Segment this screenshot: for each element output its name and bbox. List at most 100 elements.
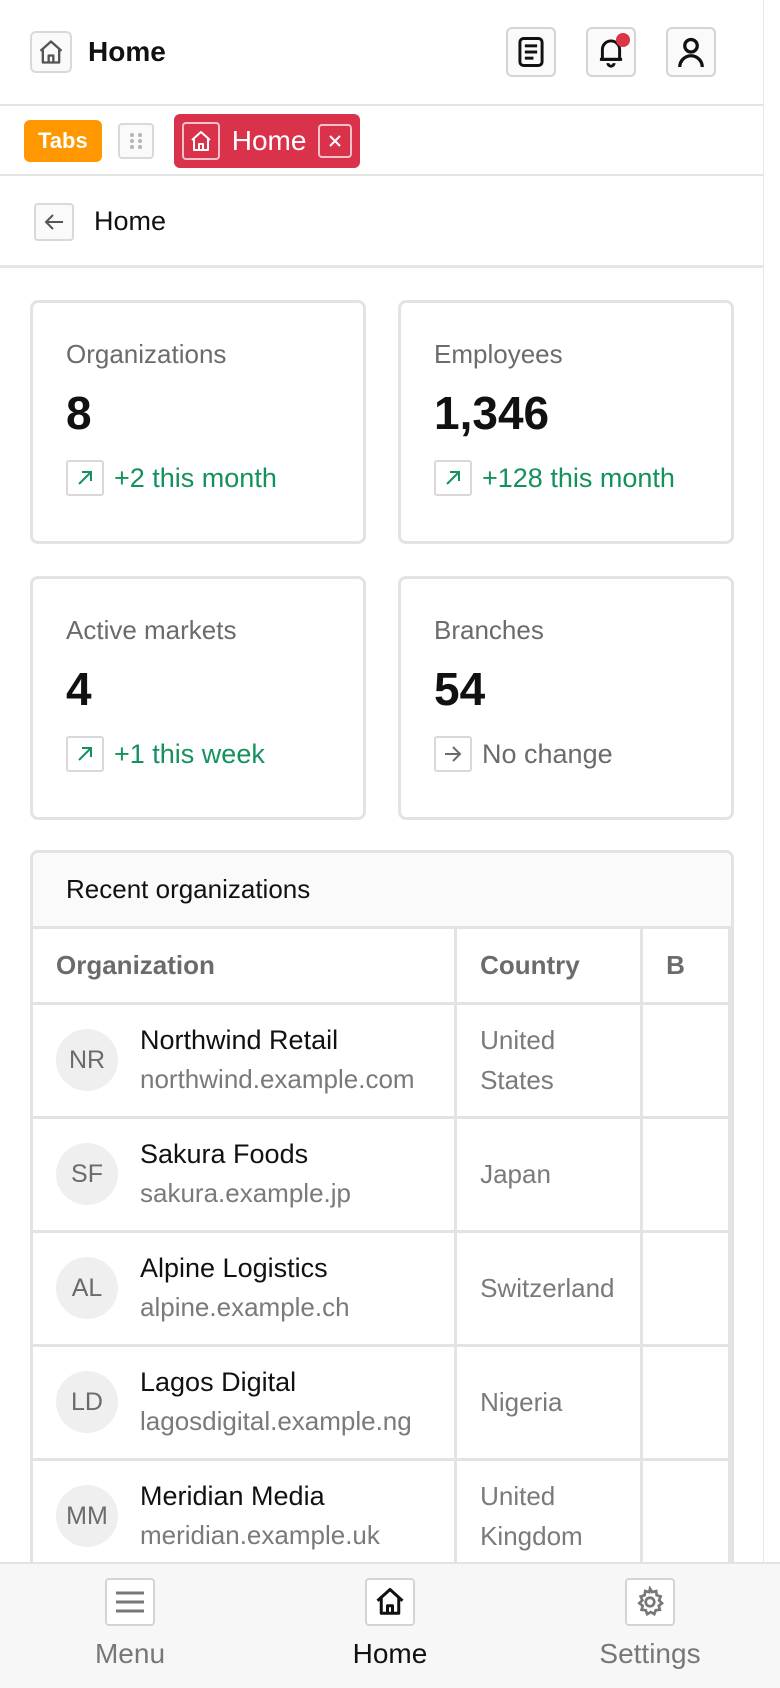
- stat-card-employees[interactable]: Employees 1,346 +128 this month: [398, 300, 734, 544]
- organization-cell: AL Alpine Logistics alpine.example.ch: [33, 1231, 458, 1347]
- country-line: Switzerland: [480, 1273, 615, 1303]
- nav-item-settings[interactable]: Settings: [520, 1564, 780, 1688]
- organization-domain: lagosdigital.example.ng: [140, 1406, 412, 1436]
- country-line: Kingdom: [480, 1521, 583, 1551]
- column-header-truncated[interactable]: B: [641, 929, 731, 1005]
- tabs-bar: Tabs Home: [0, 108, 763, 176]
- truncated-cell: [641, 1003, 731, 1119]
- tab-home[interactable]: Home: [173, 114, 361, 168]
- column-header-organization[interactable]: Organization: [33, 929, 458, 1005]
- home-icon: [365, 1578, 415, 1626]
- app-page: Home Tabs Home Home Organizations 8 +2 t…: [0, 0, 764, 1688]
- home-icon[interactable]: [30, 31, 72, 73]
- panel-title: Recent organizations: [33, 853, 731, 929]
- nav-label: Settings: [599, 1638, 701, 1669]
- nav-item-home[interactable]: Home: [260, 1564, 520, 1688]
- stat-delta: +1 this week: [66, 736, 363, 772]
- organization-name[interactable]: Northwind Retail: [140, 1025, 415, 1056]
- stat-card-active-markets[interactable]: Active markets 4 +1 this week: [30, 576, 366, 820]
- stat-label: Active markets: [66, 615, 237, 645]
- country-line: United: [480, 1481, 556, 1511]
- country-line: Nigeria: [480, 1387, 563, 1417]
- avatar: SF: [56, 1143, 118, 1205]
- stat-value: 4: [66, 663, 92, 715]
- truncated-cell: [641, 1117, 731, 1233]
- top-bar: Home: [0, 0, 763, 106]
- stat-card-branches[interactable]: Branches 54 No change: [398, 576, 734, 820]
- stat-delta-text: No change: [482, 738, 613, 769]
- avatar: LD: [56, 1371, 118, 1433]
- country-line: States: [480, 1065, 554, 1095]
- menu-icon: [105, 1578, 155, 1626]
- stat-value: 54: [434, 663, 486, 715]
- nav-item-menu[interactable]: Menu: [0, 1564, 260, 1688]
- nav-label: Menu: [94, 1638, 166, 1669]
- stat-card-organizations[interactable]: Organizations 8 +2 this month: [30, 300, 366, 544]
- organization-name[interactable]: Meridian Media: [140, 1481, 380, 1512]
- organization-name[interactable]: Lagos Digital: [140, 1367, 412, 1398]
- organization-name[interactable]: Alpine Logistics: [140, 1253, 350, 1284]
- trend-up-icon: [66, 460, 104, 496]
- stat-delta: +128 this month: [434, 460, 731, 496]
- column-header-country[interactable]: Country: [455, 929, 644, 1005]
- table-row[interactable]: LD Lagos Digital lagosdigital.example.ng…: [33, 1345, 731, 1461]
- stat-delta-text: +128 this month: [482, 462, 675, 493]
- header-actions: [506, 27, 716, 77]
- country-cell: Japan: [455, 1117, 644, 1233]
- organization-cell: SF Sakura Foods sakura.example.jp: [33, 1117, 458, 1233]
- app-title: Home: [88, 36, 166, 67]
- page-title: Home: [94, 206, 167, 236]
- home-icon: [181, 122, 220, 160]
- user-icon[interactable]: [666, 27, 716, 77]
- document-icon[interactable]: [506, 27, 556, 77]
- close-icon[interactable]: [318, 124, 353, 158]
- stat-value: 8: [66, 387, 92, 439]
- nav-label: Home: [352, 1638, 428, 1669]
- bottom-nav: Menu Home Settings: [0, 1562, 780, 1688]
- tabs-badge[interactable]: Tabs: [24, 120, 102, 162]
- table-row[interactable]: SF Sakura Foods sakura.example.jp Japan: [33, 1117, 731, 1233]
- organization-cell: LD Lagos Digital lagosdigital.example.ng: [33, 1345, 458, 1461]
- arrow-right-icon: [434, 736, 472, 772]
- table-row[interactable]: AL Alpine Logistics alpine.example.ch Sw…: [33, 1231, 731, 1347]
- organizations-table: Organization Country B NR Northwind Reta…: [33, 929, 731, 1575]
- truncated-cell: [641, 1459, 731, 1575]
- breadcrumb: Home: [0, 178, 763, 268]
- avatar: AL: [56, 1257, 118, 1319]
- organization-domain: meridian.example.uk: [140, 1520, 380, 1550]
- trend-up-icon: [434, 460, 472, 496]
- organization-domain: sakura.example.jp: [140, 1178, 351, 1208]
- stat-label: Organizations: [66, 339, 227, 369]
- organization-cell: MM Meridian Media meridian.example.uk: [33, 1459, 458, 1575]
- stat-delta: No change: [434, 736, 731, 772]
- stat-delta: +2 this month: [66, 460, 363, 496]
- organization-domain: northwind.example.com: [140, 1064, 415, 1094]
- notification-dot: [616, 33, 630, 47]
- tab-home-label: Home: [231, 125, 307, 156]
- table-header-row: Organization Country B: [33, 929, 731, 1005]
- truncated-cell: [641, 1231, 731, 1347]
- country-cell: United States: [455, 1003, 644, 1119]
- gear-icon: [625, 1578, 675, 1626]
- avatar: MM: [56, 1485, 118, 1547]
- drag-handle-icon[interactable]: [117, 123, 154, 159]
- country-cell: United Kingdom: [455, 1459, 644, 1575]
- country-cell: Nigeria: [455, 1345, 644, 1461]
- organization-name[interactable]: Sakura Foods: [140, 1139, 351, 1170]
- country-line: Japan: [480, 1159, 551, 1189]
- notifications-button[interactable]: [586, 27, 636, 77]
- country-cell: Switzerland: [455, 1231, 644, 1347]
- stat-delta-text: +1 this week: [114, 738, 265, 769]
- stat-delta-text: +2 this month: [114, 462, 277, 493]
- table-row[interactable]: NR Northwind Retail northwind.example.co…: [33, 1003, 731, 1119]
- truncated-cell: [641, 1345, 731, 1461]
- avatar: NR: [56, 1029, 118, 1091]
- country-line: United: [480, 1025, 556, 1055]
- table-row[interactable]: MM Meridian Media meridian.example.uk Un…: [33, 1459, 731, 1575]
- organization-domain: alpine.example.ch: [140, 1292, 350, 1322]
- trend-up-icon: [66, 736, 104, 772]
- stat-label: Branches: [434, 615, 544, 645]
- back-arrow-icon[interactable]: [34, 202, 74, 241]
- stat-label: Employees: [434, 339, 563, 369]
- stat-value: 1,346: [434, 387, 550, 439]
